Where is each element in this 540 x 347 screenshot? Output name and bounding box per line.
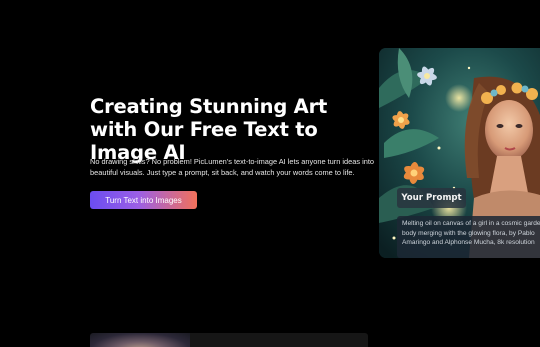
bottom-preview-thumbnail (90, 333, 190, 347)
your-prompt-badge: Your Prompt (397, 188, 466, 208)
hero-title: Creating Stunning Art with Our Free Text… (90, 95, 328, 164)
prompt-text-box: Melting oil on canvas of a girl in a cos… (397, 216, 540, 258)
bottom-preview-panel (190, 333, 368, 347)
turn-text-into-images-button[interactable]: Turn Text into Images (90, 191, 197, 209)
hero-description: No drawing skills? No problem! PicLumen'… (90, 157, 375, 177)
prompt-text: Melting oil on canvas of a girl in a cos… (402, 220, 540, 246)
